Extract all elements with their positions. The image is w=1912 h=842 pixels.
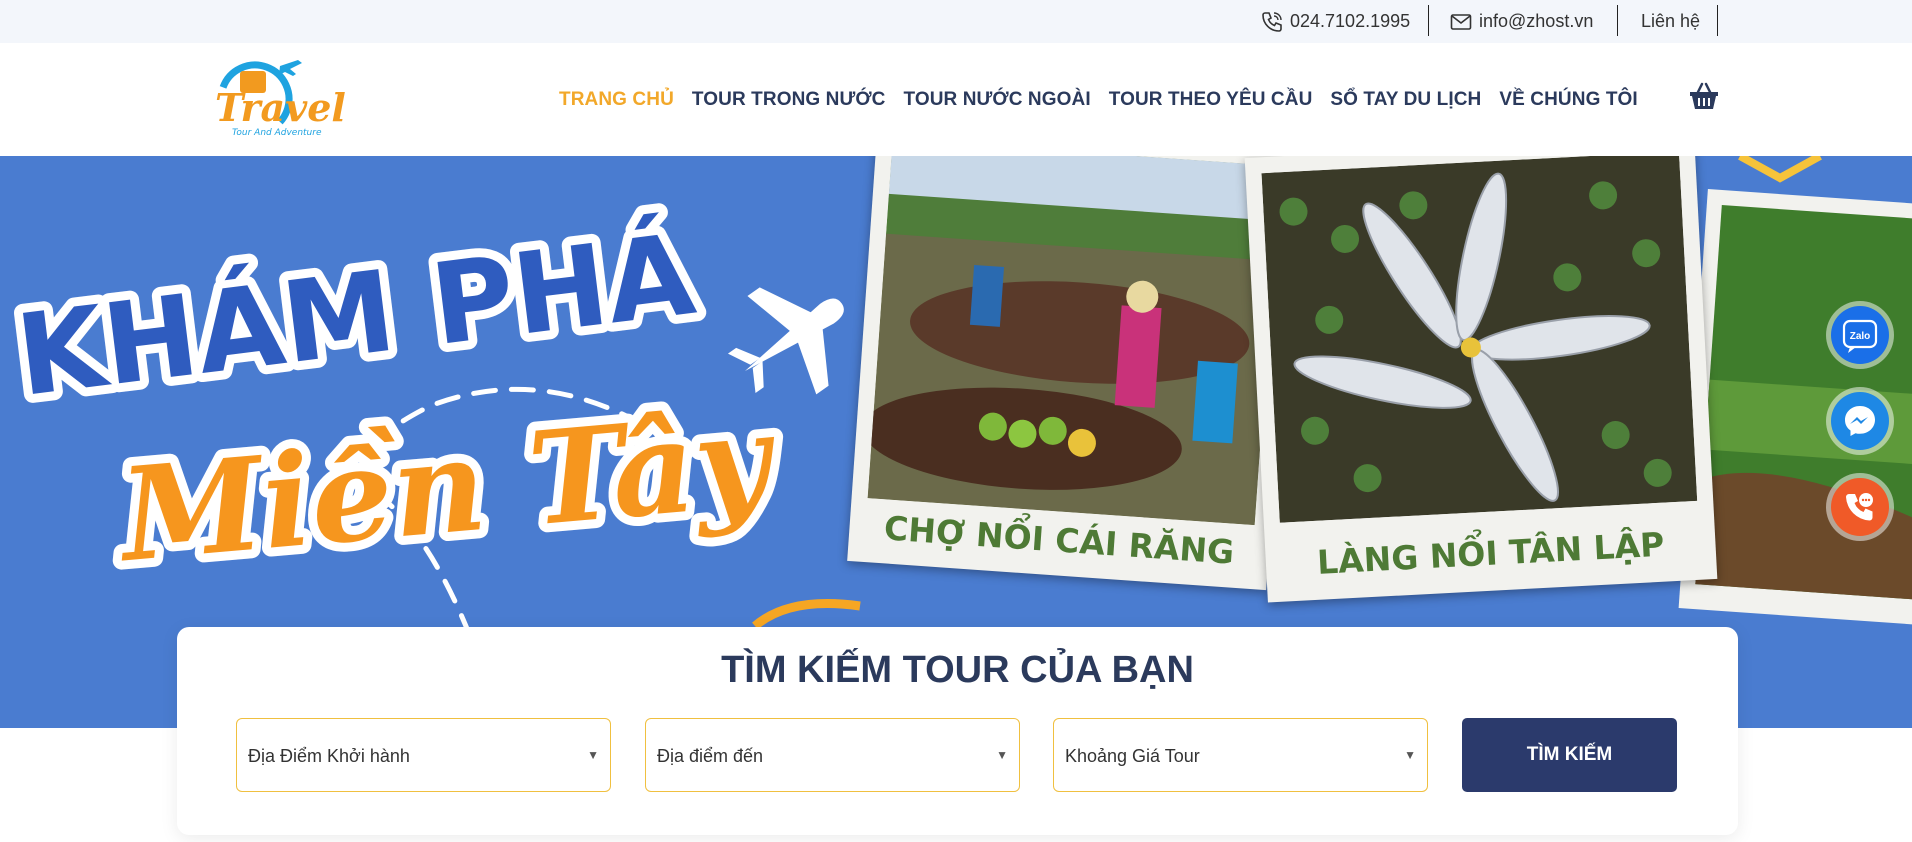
contact-label: Liên hệ — [1641, 10, 1701, 31]
destination-select[interactable]: Địa điểm đến ▼ — [645, 718, 1020, 792]
nav-item-about-us[interactable]: VỀ CHÚNG TÔI — [1499, 89, 1637, 111]
cart-button[interactable] — [1688, 82, 1720, 112]
departure-select[interactable]: Địa Điểm Khởi hành ▼ — [236, 718, 611, 792]
main-nav: TRANG CHỦ TOUR TRONG NƯỚC TOUR NƯỚC NGOÀ… — [559, 43, 1656, 156]
nav-item-custom-tours[interactable]: TOUR THEO YÊU CẦU — [1109, 89, 1313, 111]
departure-value: Địa Điểm Khởi hành — [248, 746, 410, 766]
hero-title-line2: Miền Tây — [111, 384, 783, 591]
photo-caption-floating-village: LÀNG NỔI TÂN LẬP — [1316, 524, 1666, 582]
price-range-select[interactable]: Khoảng Giá Tour ▼ — [1053, 718, 1428, 792]
caret-down-icon: ▼ — [1404, 748, 1416, 762]
floating-village-photo — [1261, 156, 1698, 523]
divider — [1428, 5, 1429, 36]
nav-item-international-tours[interactable]: TOUR NƯỚC NGOÀI — [903, 89, 1090, 111]
email-link[interactable]: info@zhost.vn — [1449, 0, 1593, 43]
site-logo[interactable]: Travel Tour And Adventure — [210, 51, 346, 139]
zalo-button[interactable]: Zalo — [1831, 306, 1889, 364]
photo-card-floating-village: LÀNG NỔI TÂN LẬP — [1244, 156, 1718, 603]
email-address: info@zhost.vn — [1479, 11, 1594, 31]
divider — [1717, 5, 1718, 36]
tour-search-panel: TÌM KIẾM TOUR CỦA BẠN Địa Điểm Khởi hành… — [177, 627, 1738, 835]
divider — [1617, 5, 1618, 36]
phone-number: 024.7102.1995 — [1290, 11, 1411, 31]
search-button[interactable]: TÌM KIẾM — [1462, 718, 1677, 792]
price-range-value: Khoảng Giá Tour — [1065, 746, 1200, 766]
nav-item-home[interactable]: TRANG CHỦ — [559, 89, 674, 111]
phone-icon — [1262, 11, 1282, 32]
phone-link[interactable]: 024.7102.1995 — [1260, 0, 1410, 43]
messenger-icon — [1845, 406, 1875, 436]
destination-value: Địa điểm đến — [657, 746, 764, 766]
site-header: Travel Tour And Adventure TRANG CHỦ TOUR… — [0, 43, 1912, 156]
zalo-label: Zalo — [1850, 331, 1871, 342]
mail-icon — [1450, 13, 1472, 30]
caret-down-icon: ▼ — [587, 748, 599, 762]
messenger-button[interactable] — [1831, 392, 1889, 450]
logo-tagline: Tour And Adventure — [232, 128, 322, 138]
caret-down-icon: ▼ — [996, 748, 1008, 762]
logo-text: Travel — [215, 85, 345, 130]
search-title: TÌM KIẾM TOUR CỦA BẠN — [721, 649, 1194, 691]
call-button[interactable] — [1831, 478, 1889, 536]
basket-icon — [1690, 82, 1718, 109]
floating-market-photo — [867, 156, 1280, 526]
top-bar: 024.7102.1995 info@zhost.vn Liên hệ — [0, 0, 1912, 43]
zalo-icon: Zalo — [1842, 319, 1878, 353]
photo-card-floating-market: CHỢ NỔI CÁI RĂNG — [847, 156, 1297, 591]
phone-icon — [1846, 493, 1873, 521]
contact-link[interactable]: Liên hệ — [1641, 0, 1700, 42]
nav-item-travel-handbook[interactable]: SỔ TAY DU LỊCH — [1330, 89, 1481, 111]
hero-title-line1: KHÁM PHÁ — [10, 208, 701, 422]
nav-item-domestic-tours[interactable]: TOUR TRONG NƯỚC — [692, 89, 886, 111]
